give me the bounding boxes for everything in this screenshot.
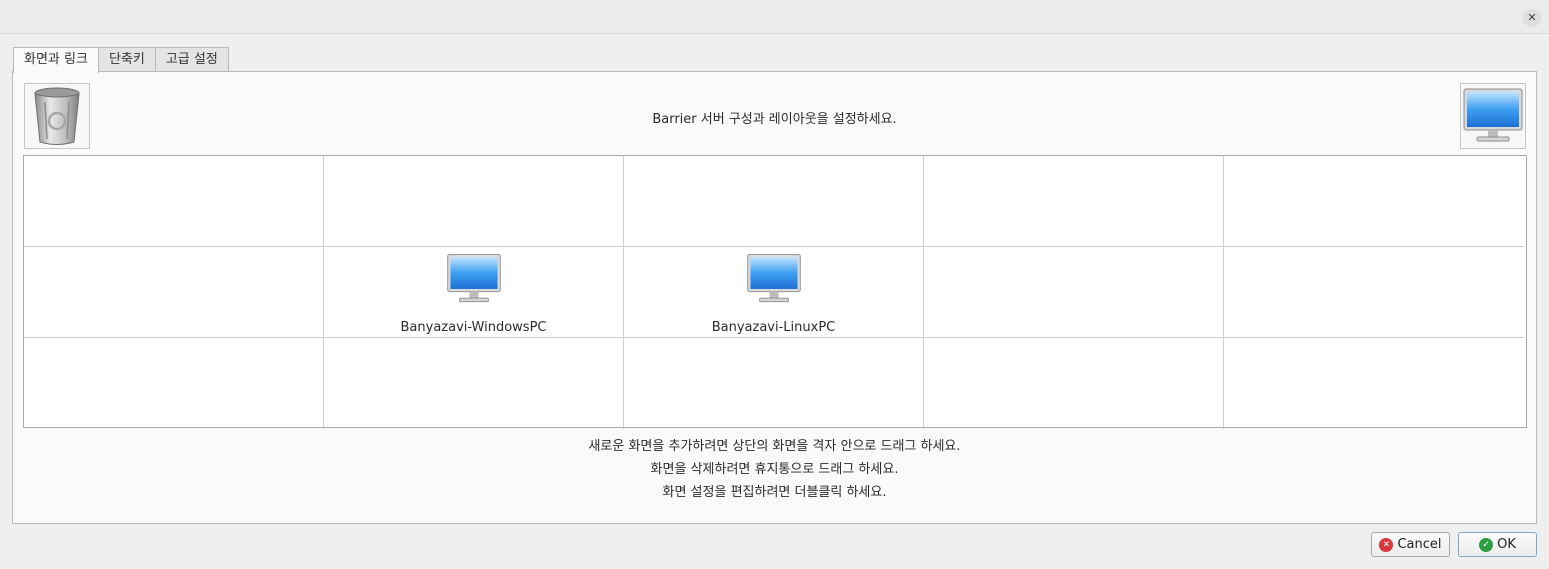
cancel-label: Cancel bbox=[1397, 537, 1442, 552]
ok-button[interactable]: ✓ OK bbox=[1458, 532, 1537, 557]
screen-windows-pc[interactable]: Banyazavi-WindowsPC bbox=[324, 250, 623, 335]
screens-panel: Barrier 서버 구성과 레이아웃을 설정하세요. Banyazavi-Wi… bbox=[12, 71, 1537, 524]
screen-layout-grid[interactable]: Banyazavi-WindowsPC Banyazavi-LinuxPC bbox=[23, 155, 1527, 429]
grid-cell[interactable] bbox=[1224, 338, 1524, 429]
ok-label: OK bbox=[1497, 537, 1516, 552]
help-text-delete: 화면을 삭제하려면 휴지통으로 드래그 하세요. bbox=[650, 462, 899, 477]
close-icon: ✕ bbox=[1527, 11, 1537, 24]
help-text-add: 새로운 화면을 추가하려면 상단의 화면을 격자 안으로 드래그 하세요. bbox=[588, 439, 961, 454]
screen-name: Banyazavi-LinuxPC bbox=[711, 320, 836, 335]
tab-advanced-settings[interactable]: 고급 설정 bbox=[154, 47, 229, 72]
grid-cell[interactable] bbox=[24, 338, 324, 429]
grid-cell[interactable] bbox=[924, 156, 1224, 247]
monitor-icon bbox=[446, 254, 501, 303]
tab-screens-and-links[interactable]: 화면과 링크 bbox=[13, 47, 99, 73]
tab-hotkeys[interactable]: 단축키 bbox=[97, 47, 156, 72]
cancel-icon: ✕ bbox=[1379, 537, 1394, 552]
grid-cell[interactable] bbox=[624, 338, 924, 429]
screen-name: Banyazavi-WindowsPC bbox=[400, 320, 547, 335]
grid-cell[interactable] bbox=[324, 338, 624, 429]
new-screen-source[interactable] bbox=[1460, 83, 1526, 149]
cancel-button[interactable]: ✕ Cancel bbox=[1371, 532, 1450, 557]
grid-cell[interactable] bbox=[1224, 156, 1524, 247]
tab-bar: 화면과 링크 단축키 고급 설정 bbox=[13, 47, 229, 73]
help-text-edit: 화면 설정을 편집하려면 더블클릭 하세요. bbox=[662, 485, 887, 500]
grid-cell[interactable] bbox=[924, 247, 1224, 338]
grid-cell[interactable]: Banyazavi-LinuxPC bbox=[624, 247, 924, 338]
grid-cell[interactable] bbox=[24, 247, 324, 338]
grid-cell[interactable]: Banyazavi-WindowsPC bbox=[324, 247, 624, 338]
title-bar: ✕ bbox=[0, 0, 1549, 34]
page-title: Barrier 서버 구성과 레이아웃을 설정하세요. bbox=[652, 112, 897, 127]
grid-cell[interactable] bbox=[1224, 247, 1524, 338]
grid-cell[interactable] bbox=[924, 338, 1224, 429]
monitor-icon bbox=[746, 254, 801, 303]
check-icon: ✓ bbox=[1479, 537, 1494, 552]
grid-cell[interactable] bbox=[624, 156, 924, 247]
screen-linux-pc[interactable]: Banyazavi-LinuxPC bbox=[624, 250, 923, 335]
monitor-icon bbox=[1463, 88, 1523, 142]
grid-cell[interactable] bbox=[324, 156, 624, 247]
grid-cell[interactable] bbox=[24, 156, 324, 247]
close-button[interactable]: ✕ bbox=[1523, 9, 1541, 27]
